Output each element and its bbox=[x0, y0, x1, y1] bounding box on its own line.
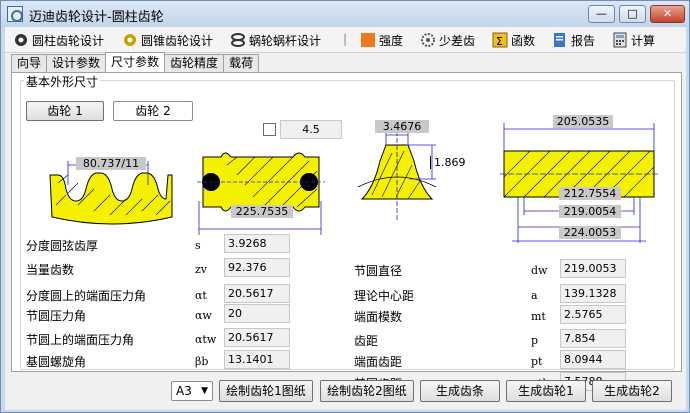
tooth-top-width-tag: 3.4676 bbox=[375, 120, 429, 133]
paper-size-value: A3 bbox=[176, 384, 192, 398]
toolbar-separator: | bbox=[343, 32, 348, 46]
toolbar-strength[interactable]: 强度 bbox=[360, 30, 403, 50]
param-symbol: a bbox=[531, 289, 538, 302]
tab-design-params[interactable]: 设计参数 bbox=[46, 54, 107, 72]
param-symbol: αt bbox=[195, 289, 207, 302]
tooth-height-label: 1.869 bbox=[430, 156, 466, 169]
chevron-down-icon: ▼ bbox=[201, 386, 208, 396]
gear2-button[interactable]: 齿轮 2 bbox=[113, 101, 193, 121]
toolbar-cylindrical-gear[interactable]: 圆柱齿轮设计 bbox=[13, 30, 104, 50]
calculator-icon bbox=[612, 32, 628, 48]
param-label: 分度圆上的端面压力角 bbox=[26, 289, 147, 303]
main-window: 迈迪齿轮设计-圆柱齿轮 — □ ✕ 圆柱齿轮设计 圆锥齿轮设计 蜗轮蜗杆设计 |… bbox=[0, 0, 690, 413]
draw-gear2-button[interactable]: 绘制齿轮2图纸 bbox=[320, 380, 414, 402]
param-label: 端面齿距 bbox=[354, 355, 403, 369]
param-label: 节圆直径 bbox=[354, 264, 403, 278]
param-symbol: αw bbox=[195, 309, 212, 322]
param-symbol: βb bbox=[195, 355, 209, 368]
base-helix-angle-value[interactable]: 13.1401 bbox=[224, 350, 290, 369]
generate-rack-button[interactable]: 生成齿条 bbox=[420, 380, 500, 402]
param-label: 端面模数 bbox=[354, 310, 403, 324]
client-area: 圆柱齿轮设计 圆锥齿轮设计 蜗轮蜗杆设计 | 强度 少差齿 Σ 函数 报告 计算… bbox=[5, 27, 686, 410]
transverse-module-value[interactable]: 2.5765 bbox=[560, 305, 626, 324]
tab-wizard[interactable]: 向导 bbox=[11, 54, 48, 72]
chord-thickness-value[interactable]: 3.9268 bbox=[224, 234, 290, 253]
tab-dimension-params[interactable]: 尺寸参数 bbox=[105, 52, 166, 72]
param-symbol: dw bbox=[531, 264, 548, 277]
ring-section-drawing bbox=[197, 152, 325, 235]
window-title: 迈迪齿轮设计-圆柱齿轮 bbox=[29, 10, 164, 25]
toolbar: 圆柱齿轮设计 圆锥齿轮设计 蜗轮蜗杆设计 | 强度 少差齿 Σ 函数 报告 计算 bbox=[5, 27, 686, 53]
toolbar-label: 函数 bbox=[511, 33, 536, 48]
param-label: 齿距 bbox=[354, 334, 379, 348]
param-label: 理论中心距 bbox=[354, 289, 415, 303]
tab-strip: 向导 设计参数 尺寸参数 齿轮精度 载荷 bbox=[11, 52, 260, 72]
toolbar-bevel-gear[interactable]: 圆锥齿轮设计 bbox=[122, 30, 213, 50]
param-symbol: pt bbox=[531, 355, 543, 368]
svg-text:Σ: Σ bbox=[496, 35, 503, 48]
app-gear-icon bbox=[7, 6, 23, 22]
draw-gear1-button[interactable]: 绘制齿轮1图纸 bbox=[219, 380, 313, 402]
title-bar[interactable]: 迈迪齿轮设计-圆柱齿轮 — □ ✕ bbox=[1, 1, 689, 27]
group-title: 基本外形尺寸 bbox=[24, 73, 101, 90]
param-symbol: αtw bbox=[195, 333, 217, 346]
width-top-tag: 205.0535 bbox=[553, 115, 613, 128]
center-distance-value[interactable]: 139.1328 bbox=[560, 284, 626, 303]
tab-load[interactable]: 载荷 bbox=[223, 54, 260, 72]
small-diff-gear-icon bbox=[420, 32, 436, 48]
toolbar-worm-gear[interactable]: 蜗轮蜗杆设计 bbox=[230, 30, 321, 50]
gear-icon bbox=[13, 32, 29, 48]
pitch-pressure-angle-value[interactable]: 20 bbox=[224, 304, 290, 323]
close-button[interactable]: ✕ bbox=[650, 5, 685, 23]
toolbar-label: 圆柱齿轮设计 bbox=[32, 33, 105, 48]
dimension-1-tag: 212.7554 bbox=[559, 187, 621, 200]
toolbar-label: 强度 bbox=[379, 33, 404, 48]
minimize-button[interactable]: — bbox=[588, 5, 615, 23]
param-symbol: s bbox=[195, 239, 201, 252]
bottom-action-bar: A3 ▼ 绘制齿轮1图纸 绘制齿轮2图纸 生成齿条 生成齿轮1 生成齿轮2 bbox=[5, 375, 686, 410]
transverse-pitch-value[interactable]: 8.0944 bbox=[560, 350, 626, 369]
param-symbol: p bbox=[531, 334, 539, 347]
maximize-button[interactable]: □ bbox=[619, 5, 646, 23]
dimension-3-tag: 224.0053 bbox=[559, 226, 621, 239]
gear1-button[interactable]: 齿轮 1 bbox=[26, 101, 104, 121]
param-label: 节圆上的端面压力角 bbox=[26, 333, 135, 347]
report-icon bbox=[552, 32, 568, 48]
toolbar-calculate[interactable]: 计算 bbox=[612, 30, 655, 50]
strength-icon bbox=[360, 32, 376, 48]
dimension-2-tag: 219.0054 bbox=[559, 205, 621, 218]
pitch-transverse-angle-value[interactable]: 20.5617 bbox=[224, 328, 290, 347]
toolbar-label: 少差齿 bbox=[439, 33, 476, 48]
chord-dimension-tag: 80.737/11 bbox=[76, 157, 146, 170]
dimension-panel: 基本外形尺寸 齿轮 1 齿轮 2 80.737/11 4.5 225.7535 … bbox=[11, 72, 682, 391]
toolbar-report[interactable]: 报告 bbox=[552, 30, 595, 50]
param-label: 基圆螺旋角 bbox=[26, 355, 87, 369]
equivalent-teeth-value[interactable]: 92.376 bbox=[224, 258, 290, 277]
chamfer-value[interactable]: 4.5 bbox=[280, 120, 342, 139]
worm-icon bbox=[230, 32, 246, 48]
tab-gear-accuracy[interactable]: 齿轮精度 bbox=[164, 54, 225, 72]
transverse-pressure-angle-value[interactable]: 20.5617 bbox=[224, 284, 290, 303]
toolbar-label: 蜗轮蜗杆设计 bbox=[249, 33, 322, 48]
bevel-gear-icon bbox=[122, 32, 138, 48]
toolbar-function[interactable]: Σ 函数 bbox=[492, 30, 535, 50]
ring-diameter-tag: 225.7535 bbox=[231, 205, 293, 218]
generate-gear1-button[interactable]: 生成齿轮1 bbox=[506, 380, 586, 402]
param-symbol: mt bbox=[531, 310, 546, 323]
generate-gear2-button[interactable]: 生成齿轮2 bbox=[592, 380, 672, 402]
toolbar-label: 圆锥齿轮设计 bbox=[141, 33, 214, 48]
sigma-icon: Σ bbox=[492, 32, 508, 48]
param-symbol: zv bbox=[195, 263, 208, 276]
paper-size-select[interactable]: A3 ▼ bbox=[171, 381, 213, 401]
pitch-diameter-value[interactable]: 219.0053 bbox=[560, 259, 626, 278]
param-label: 当量齿数 bbox=[26, 263, 75, 277]
single-tooth-drawing bbox=[357, 131, 437, 221]
param-label: 节圆压力角 bbox=[26, 309, 87, 323]
pitch-value[interactable]: 7.854 bbox=[560, 329, 626, 348]
chamfer-checkbox[interactable] bbox=[263, 123, 276, 136]
toolbar-small-diff[interactable]: 少差齿 bbox=[420, 30, 475, 50]
toolbar-label: 报告 bbox=[571, 33, 596, 48]
toolbar-label: 计算 bbox=[631, 33, 656, 48]
param-label: 分度圆弦齿厚 bbox=[26, 239, 99, 253]
